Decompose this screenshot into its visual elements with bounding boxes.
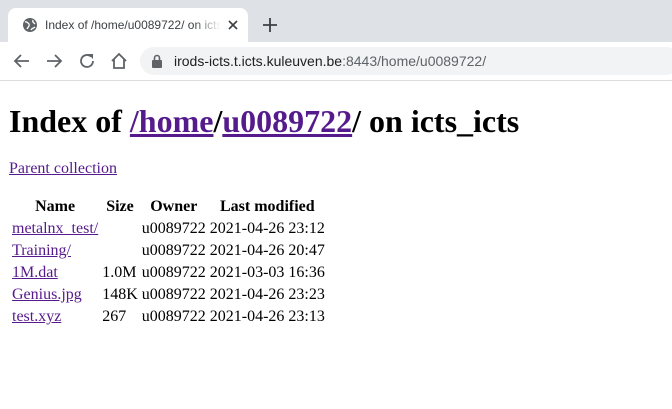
size-cell	[101, 219, 139, 239]
modified-cell: 2021-04-26 23:23	[209, 286, 325, 303]
owner-cell: u0089722	[141, 220, 206, 237]
table-header-row: Name Size Owner Last modified	[11, 197, 326, 217]
home-link[interactable]: /home	[130, 103, 214, 139]
tab-title: Index of /home/u0089722/ on icts_icts	[45, 18, 221, 32]
parent-collection-link[interactable]: Parent collection	[9, 160, 117, 178]
modified-cell: 2021-03-03 16:36	[209, 264, 325, 281]
name-cell: test.xyz	[11, 307, 99, 327]
address-bar[interactable]: irods-icts.t.icts.kuleuven.be:8443/home/…	[140, 47, 672, 75]
column-header-owner[interactable]: Owner	[141, 197, 207, 217]
column-header-modified[interactable]: Last modified	[209, 197, 326, 217]
url-path: :8443/home/u0089722/	[342, 53, 487, 69]
home-icon[interactable]	[110, 52, 128, 70]
back-arrow-icon[interactable]	[13, 52, 31, 70]
user-link[interactable]: u0089722	[222, 103, 352, 139]
owner-cell: u0089722	[141, 242, 206, 259]
page-title: Index of /home/u0089722/ on icts_icts	[9, 103, 519, 139]
owner-cell: u0089722	[141, 286, 206, 303]
modified-cell: 2021-04-26 20:47	[209, 242, 325, 259]
file-link[interactable]: metalnx_test/	[12, 220, 98, 237]
name-cell: Genius.jpg	[11, 285, 99, 305]
browser-toolbar: irods-icts.t.icts.kuleuven.be:8443/home/…	[0, 42, 672, 81]
file-link[interactable]: test.xyz	[12, 308, 61, 325]
size-cell	[101, 241, 139, 261]
file-link[interactable]: Genius.jpg	[12, 286, 82, 303]
name-cell: metalnx_test/	[11, 219, 99, 239]
page-content: Index of /home/u0089722/ on icts_icts Pa…	[0, 81, 672, 409]
modified-cell: 2021-04-26 23:13	[209, 308, 325, 325]
modified-cell: 2021-04-26 23:12	[209, 220, 325, 237]
url-text[interactable]: irods-icts.t.icts.kuleuven.be:8443/home/…	[174, 53, 486, 69]
column-header-name[interactable]: Name	[11, 197, 99, 217]
title-prefix: Index of	[9, 103, 130, 139]
browser-tab[interactable]: Index of /home/u0089722/ on icts_icts	[8, 8, 248, 42]
forward-arrow-icon[interactable]	[45, 52, 63, 70]
size-cell: 148K	[102, 286, 138, 303]
title-separator: /	[213, 103, 223, 139]
close-icon[interactable]	[226, 18, 240, 32]
lock-icon[interactable]	[151, 54, 163, 68]
table-row: test.xyz 267 u0089722 2021-04-26 23:13	[11, 307, 326, 327]
url-host: irods-icts.t.icts.kuleuven.be	[174, 53, 343, 69]
size-cell: 267	[102, 308, 127, 325]
file-link[interactable]: 1M.dat	[12, 264, 58, 281]
size-cell: 1.0M	[102, 264, 137, 281]
globe-icon	[23, 18, 37, 32]
file-link[interactable]: Training/	[12, 242, 71, 259]
new-tab-plus-icon[interactable]	[261, 16, 279, 34]
table-row: Training/ u0089722 2021-04-26 20:47	[11, 241, 326, 261]
owner-cell: u0089722	[141, 264, 206, 281]
name-cell: 1M.dat	[11, 263, 99, 283]
name-cell: Training/	[11, 241, 99, 261]
reload-icon[interactable]	[78, 52, 96, 70]
column-header-size[interactable]: Size	[101, 197, 139, 217]
table-row: Genius.jpg 148K u0089722 2021-04-26 23:2…	[11, 285, 326, 305]
file-listing-table: Name Size Owner Last modified metalnx_te…	[9, 195, 328, 329]
title-suffix: / on icts_icts	[352, 103, 520, 139]
tab-strip: Index of /home/u0089722/ on icts_icts	[0, 0, 672, 42]
table-row: 1M.dat 1.0M u0089722 2021-03-03 16:36	[11, 263, 326, 283]
table-row: metalnx_test/ u0089722 2021-04-26 23:12	[11, 219, 326, 239]
owner-cell: u0089722	[141, 308, 206, 325]
